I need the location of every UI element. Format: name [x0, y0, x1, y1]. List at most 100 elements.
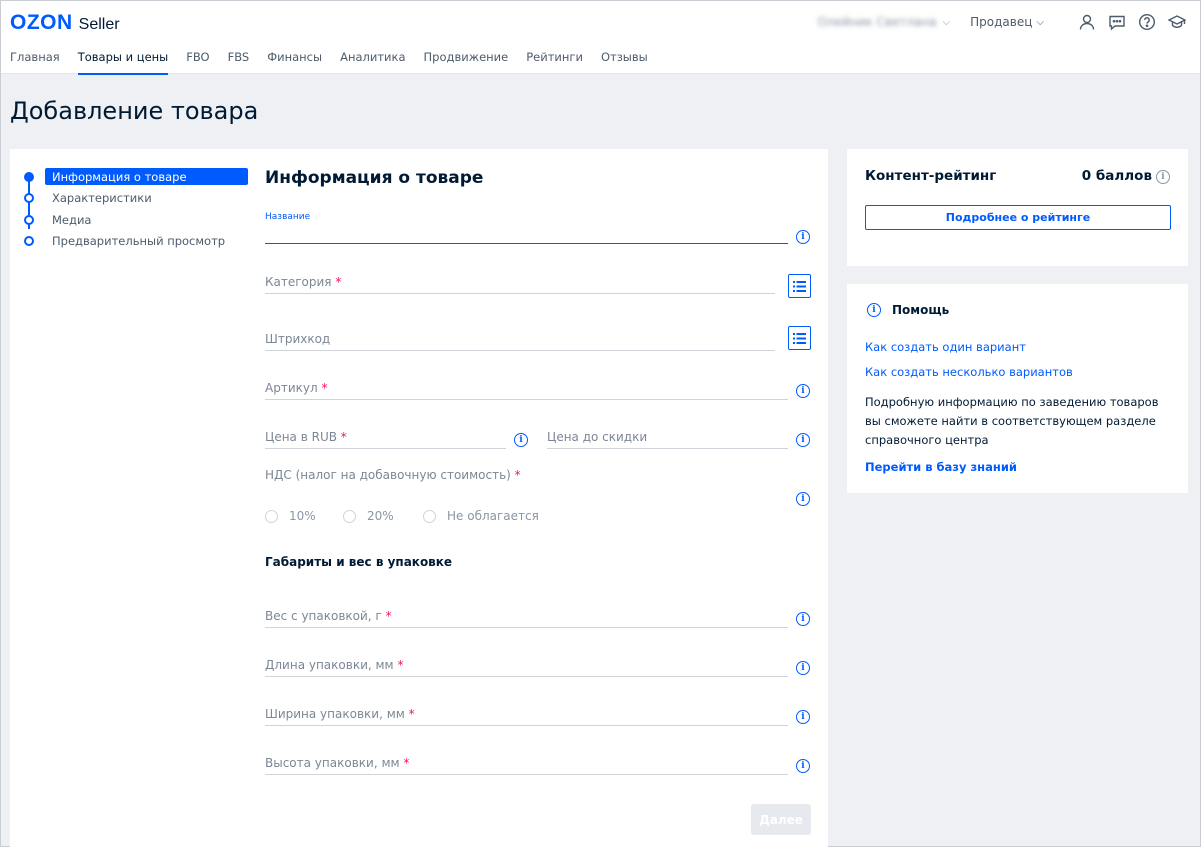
- height-label: Высота упаковки, мм: [265, 756, 400, 770]
- barcode-input[interactable]: Штрихкод: [265, 331, 775, 351]
- logo-product: Seller: [78, 16, 120, 33]
- help-text: Подробную информацию по заведению товаро…: [865, 395, 1159, 447]
- step-item-preview[interactable]: Предварительный просмотр: [24, 231, 248, 253]
- old-price-input[interactable]: Цена до скидки: [547, 429, 788, 449]
- vat-radio-none[interactable]: Не облагается: [423, 509, 539, 523]
- top-header: OZON Seller Олейник Светлана ⌵ Продавец …: [1, 1, 1200, 75]
- required-mark: *: [397, 658, 404, 672]
- radio-circle-icon: [265, 509, 278, 523]
- required-mark: *: [385, 609, 392, 623]
- education-icon[interactable]: [1168, 13, 1186, 31]
- step-item-media[interactable]: Медиа: [24, 209, 248, 231]
- nav-item-main[interactable]: Главная: [10, 50, 60, 75]
- info-icon[interactable]: i: [796, 492, 810, 506]
- required-mark: *: [335, 275, 342, 289]
- rating-points: 0 баллов: [1081, 168, 1152, 184]
- nav-item-fbs[interactable]: FBS: [228, 50, 250, 75]
- step-label: Медиа: [52, 212, 92, 227]
- old-price-label: Цена до скидки: [547, 430, 648, 444]
- main-nav: Главная Товары и цены FBO FBS Финансы Ан…: [10, 50, 666, 75]
- chevron-down-icon[interactable]: ⌵: [943, 17, 951, 28]
- ozon-seller-logo[interactable]: OZON Seller: [10, 11, 120, 35]
- help-header: i Помощь: [867, 303, 949, 317]
- price-input[interactable]: Цена в RUB *: [265, 429, 506, 449]
- info-icon[interactable]: i: [796, 433, 810, 447]
- radio-circle-icon: [423, 509, 436, 523]
- name-input[interactable]: [265, 224, 788, 244]
- info-icon: i: [867, 303, 881, 317]
- vat-radio-20[interactable]: 20%: [343, 509, 394, 523]
- barcode-list-button[interactable]: [788, 326, 811, 350]
- nav-item-finance[interactable]: Финансы: [267, 50, 322, 75]
- required-mark: *: [403, 756, 410, 770]
- list-icon: [793, 332, 806, 344]
- info-icon[interactable]: i: [796, 384, 810, 398]
- dimensions-section-title: Габариты и вес в упаковке: [265, 555, 453, 569]
- radio-circle-icon: [343, 509, 356, 523]
- required-mark: *: [340, 430, 347, 444]
- knowledge-base-link[interactable]: Перейти в базу знаний: [865, 460, 1017, 474]
- length-input[interactable]: Длина упаковки, мм *: [265, 657, 788, 677]
- step-dot-icon: [24, 171, 34, 182]
- radio-label: 10%: [289, 509, 316, 523]
- weight-input[interactable]: Вес с упаковкой, г *: [265, 608, 788, 628]
- height-input[interactable]: Высота упаковки, мм *: [265, 755, 788, 775]
- article-input[interactable]: Артикул *: [265, 380, 788, 400]
- info-icon[interactable]: i: [514, 433, 528, 447]
- name-field-label: Название: [265, 212, 311, 222]
- required-mark: *: [408, 707, 415, 721]
- info-icon[interactable]: i: [796, 661, 810, 675]
- category-label: Категория: [265, 275, 332, 289]
- nav-item-promotion[interactable]: Продвижение: [424, 50, 509, 75]
- info-icon[interactable]: i: [796, 612, 810, 626]
- info-icon[interactable]: i: [1156, 170, 1170, 184]
- chat-icon[interactable]: [1108, 13, 1126, 31]
- content-rating-card: Контент-рейтинг 0 баллов i Подробнее о р…: [847, 149, 1188, 266]
- vat-radio-10[interactable]: 10%: [265, 509, 316, 523]
- category-input[interactable]: Категория *: [265, 274, 775, 294]
- vat-label: НДС (налог на добавочную стоимость): [265, 468, 511, 482]
- required-mark: *: [321, 381, 328, 395]
- radio-label: 20%: [367, 509, 394, 523]
- step-item-characteristics[interactable]: Характеристики: [24, 188, 248, 210]
- help-card: i Помощь Как создать один вариант Как со…: [847, 284, 1188, 493]
- step-list: Информация о товаре Характеристики Медиа…: [24, 166, 248, 252]
- info-icon[interactable]: i: [796, 759, 810, 773]
- product-form-card: Информация о товаре Характеристики Медиа…: [10, 149, 828, 847]
- nav-item-analytics[interactable]: Аналитика: [340, 50, 405, 75]
- rating-details-button[interactable]: Подробнее о рейтинге: [865, 205, 1171, 230]
- weight-label: Вес с упаковкой, г: [265, 609, 382, 623]
- category-list-button[interactable]: [788, 274, 811, 298]
- step-dot-icon: [24, 236, 34, 247]
- length-label: Длина упаковки, мм: [265, 658, 394, 672]
- step-dot-icon: [24, 193, 34, 204]
- help-icon[interactable]: [1138, 13, 1156, 31]
- user-icon[interactable]: [1078, 13, 1096, 31]
- help-link-one-variant[interactable]: Как создать один вариант: [865, 340, 1026, 354]
- next-button[interactable]: Далее: [751, 804, 811, 835]
- username[interactable]: Олейник Светлана: [817, 15, 936, 29]
- nav-item-reviews[interactable]: Отзывы: [601, 50, 648, 75]
- list-icon: [793, 280, 806, 292]
- step-item-info[interactable]: Информация о товаре: [24, 166, 248, 188]
- step-label: Предварительный просмотр: [52, 234, 226, 249]
- barcode-label: Штрихкод: [265, 332, 331, 346]
- nav-item-ratings[interactable]: Рейтинги: [526, 50, 583, 75]
- required-mark: *: [514, 468, 521, 482]
- price-label: Цена в RUB: [265, 430, 337, 444]
- width-input[interactable]: Ширина упаковки, мм *: [265, 706, 788, 726]
- logo-brand: OZON: [10, 11, 73, 34]
- info-icon[interactable]: i: [796, 710, 810, 724]
- nav-item-products[interactable]: Товары и цены: [77, 50, 168, 75]
- help-link-many-variants[interactable]: Как создать несколько вариантов: [865, 365, 1073, 379]
- page-title: Добавление товара: [10, 97, 259, 125]
- form-title: Информация о товаре: [265, 168, 484, 188]
- header-actions: Олейник Светлана ⌵ Продавец ⌵: [817, 11, 1186, 33]
- role-selector[interactable]: Продавец: [970, 15, 1032, 29]
- article-label: Артикул: [265, 381, 318, 395]
- chevron-down-icon[interactable]: ⌵: [1036, 17, 1044, 28]
- nav-item-fbo[interactable]: FBO: [186, 50, 209, 75]
- step-label: Информация о товаре: [45, 168, 248, 186]
- info-icon[interactable]: i: [796, 230, 810, 244]
- step-dot-icon: [24, 214, 34, 225]
